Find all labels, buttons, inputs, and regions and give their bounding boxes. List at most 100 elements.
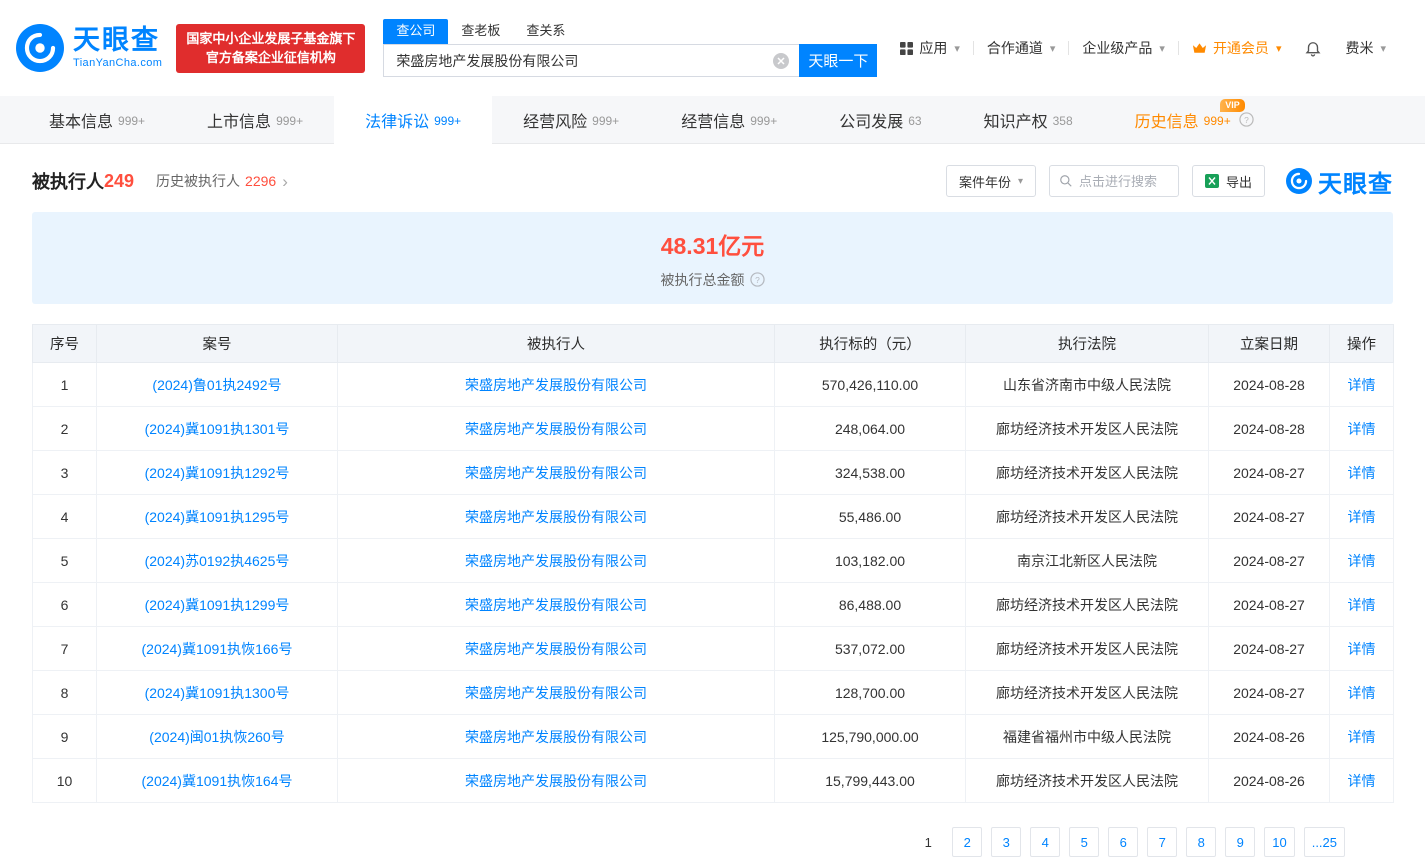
tab-label: 历史信息 [1134, 113, 1199, 131]
person-link[interactable]: 荣盛房地产发展股份有限公司 [465, 553, 647, 569]
pagination-page[interactable]: 10 [1264, 827, 1295, 857]
col-case-no: 案号 [96, 324, 338, 363]
col-date: 立案日期 [1208, 324, 1330, 363]
tab-intellectual-property[interactable]: 知识产权 358 [953, 96, 1104, 143]
pagination-page[interactable]: 4 [1030, 827, 1061, 857]
tab-business-info[interactable]: 经营信息 999+ [650, 96, 808, 143]
detail-link[interactable]: 详情 [1348, 685, 1376, 701]
case-number-link[interactable]: (2024)冀1091执1300号 [145, 685, 290, 701]
person-link[interactable]: 荣盛房地产发展股份有限公司 [465, 597, 647, 613]
top-nav: 应用 合作通道 企业级产品 开通会员 费米 [887, 38, 1399, 58]
row-amount: 86,488.00 [774, 582, 966, 627]
row-amount: 15,799,443.00 [774, 758, 966, 803]
nav-open-vip[interactable]: 开通会员 [1179, 38, 1295, 58]
pagination-page[interactable]: 9 [1225, 827, 1256, 857]
company-search-input[interactable] [384, 52, 800, 69]
col-court: 执行法院 [965, 324, 1209, 363]
nav-user-account[interactable]: 费米 [1332, 38, 1399, 58]
nav-apps-label: 应用 [919, 40, 948, 56]
search-tabs: 查公司 查老板 查关系 [383, 19, 877, 44]
case-number-link[interactable]: (2024)冀1091执恢164号 [142, 773, 293, 789]
pagination-page[interactable]: 6 [1108, 827, 1139, 857]
clear-input-icon[interactable] [773, 53, 790, 69]
case-number-link[interactable]: (2024)冀1091执恢166号 [142, 641, 293, 657]
table-row: 9 (2024)闽01执恢260号 荣盛房地产发展股份有限公司 125,790,… [32, 714, 1394, 759]
tab-legal-proceedings[interactable]: 法律诉讼 999+ [334, 96, 493, 144]
nav-cooperation[interactable]: 合作通道 [974, 38, 1069, 58]
case-number-link[interactable]: (2024)冀1091执1301号 [145, 421, 290, 437]
row-date: 2024-08-28 [1208, 406, 1330, 451]
case-number-link[interactable]: (2024)鲁01执2492号 [152, 377, 281, 393]
search-tab-relation[interactable]: 查关系 [513, 19, 578, 44]
person-link[interactable]: 荣盛房地产发展股份有限公司 [465, 421, 647, 437]
table-search-box[interactable] [1048, 165, 1179, 197]
person-link[interactable]: 荣盛房地产发展股份有限公司 [465, 685, 647, 701]
table-search-input[interactable] [1078, 173, 1167, 189]
table-row: 2 (2024)冀1091执1301号 荣盛房地产发展股份有限公司 248,06… [32, 406, 1394, 451]
case-year-filter[interactable]: 案件年份 [945, 165, 1036, 197]
badge-line1: 国家中小企业发展子基金旗下 [186, 30, 356, 46]
pagination-page[interactable]: 8 [1186, 827, 1217, 857]
tianyancha-logo[interactable]: 天眼查 TianYanCha.com [16, 24, 162, 72]
search-tab-boss[interactable]: 查老板 [448, 19, 513, 44]
case-number-link[interactable]: (2024)苏0192执4625号 [145, 553, 290, 569]
table-row: 5 (2024)苏0192执4625号 荣盛房地产发展股份有限公司 103,18… [32, 538, 1394, 583]
nav-enterprise-label: 企业级产品 [1082, 40, 1153, 56]
detail-link[interactable]: 详情 [1348, 465, 1376, 481]
row-date: 2024-08-28 [1208, 362, 1330, 407]
row-date: 2024-08-27 [1208, 450, 1330, 495]
case-number-link[interactable]: (2024)冀1091执1295号 [145, 509, 290, 525]
row-date: 2024-08-26 [1208, 758, 1330, 803]
badge-line2: 官方备案企业征信机构 [205, 50, 336, 65]
pagination-page[interactable]: 7 [1147, 827, 1178, 857]
tab-listing-info[interactable]: 上市信息 999+ [176, 96, 334, 143]
help-icon[interactable]: ? [1239, 112, 1254, 127]
pagination-page[interactable]: 3 [991, 827, 1022, 857]
detail-link[interactable]: 详情 [1348, 597, 1376, 613]
help-icon[interactable]: ? [749, 272, 765, 287]
export-button[interactable]: 导出 [1191, 165, 1265, 197]
case-number-link[interactable]: (2024)冀1091执1292号 [145, 465, 290, 481]
detail-link[interactable]: 详情 [1348, 509, 1376, 525]
tab-count: 999+ [276, 113, 304, 128]
person-link[interactable]: 荣盛房地产发展股份有限公司 [465, 377, 647, 393]
pagination-page[interactable]: 2 [952, 827, 983, 857]
history-enforced-link[interactable]: 历史被执行人 2296 [156, 171, 288, 191]
nav-apps[interactable]: 应用 [887, 38, 973, 58]
row-amount: 55,486.00 [774, 494, 966, 539]
person-link[interactable]: 荣盛房地产发展股份有限公司 [465, 509, 647, 525]
tab-history-info[interactable]: VIP 历史信息 999+ ? [1104, 96, 1285, 143]
detail-link[interactable]: 详情 [1348, 773, 1376, 789]
tab-company-development[interactable]: 公司发展 63 [808, 96, 952, 143]
search-button[interactable]: 天眼一下 [799, 44, 878, 77]
person-link[interactable]: 荣盛房地产发展股份有限公司 [465, 641, 647, 657]
person-link[interactable]: 荣盛房地产发展股份有限公司 [465, 773, 647, 789]
detail-link[interactable]: 详情 [1348, 729, 1376, 745]
tab-label: 经营信息 [681, 113, 746, 131]
detail-link[interactable]: 详情 [1348, 641, 1376, 657]
tab-business-risk[interactable]: 经营风险 999+ [492, 96, 650, 143]
person-link[interactable]: 荣盛房地产发展股份有限公司 [465, 729, 647, 745]
pagination-last-page[interactable]: ...25 [1303, 827, 1345, 857]
detail-link[interactable]: 详情 [1348, 553, 1376, 569]
nav-user-label: 费米 [1345, 40, 1374, 56]
tab-label: 经营风险 [523, 113, 588, 131]
gov-certification-badge: 国家中小企业发展子基金旗下 官方备案企业征信机构 [176, 23, 366, 73]
notification-bell-icon[interactable] [1294, 39, 1332, 57]
search-tab-company[interactable]: 查公司 [383, 19, 449, 44]
col-person: 被执行人 [337, 324, 775, 363]
detail-link[interactable]: 详情 [1348, 377, 1376, 393]
detail-link[interactable]: 详情 [1348, 421, 1376, 437]
case-number-link[interactable]: (2024)闽01执恢260号 [149, 729, 284, 745]
tab-basic-info[interactable]: 基本信息 999+ [18, 96, 176, 143]
nav-vip-label: 开通会员 [1212, 40, 1269, 56]
brand-name: 天眼查 [73, 25, 160, 55]
row-court: 廊坊经济技术开发区人民法院 [965, 670, 1209, 715]
row-amount: 103,182.00 [774, 538, 966, 583]
case-number-link[interactable]: (2024)冀1091执1299号 [145, 597, 290, 613]
pagination-page[interactable]: 5 [1069, 827, 1100, 857]
person-link[interactable]: 荣盛房地产发展股份有限公司 [465, 465, 647, 481]
nav-enterprise-products[interactable]: 企业级产品 [1069, 38, 1178, 58]
row-date: 2024-08-27 [1208, 494, 1330, 539]
row-amount: 537,072.00 [774, 626, 966, 671]
